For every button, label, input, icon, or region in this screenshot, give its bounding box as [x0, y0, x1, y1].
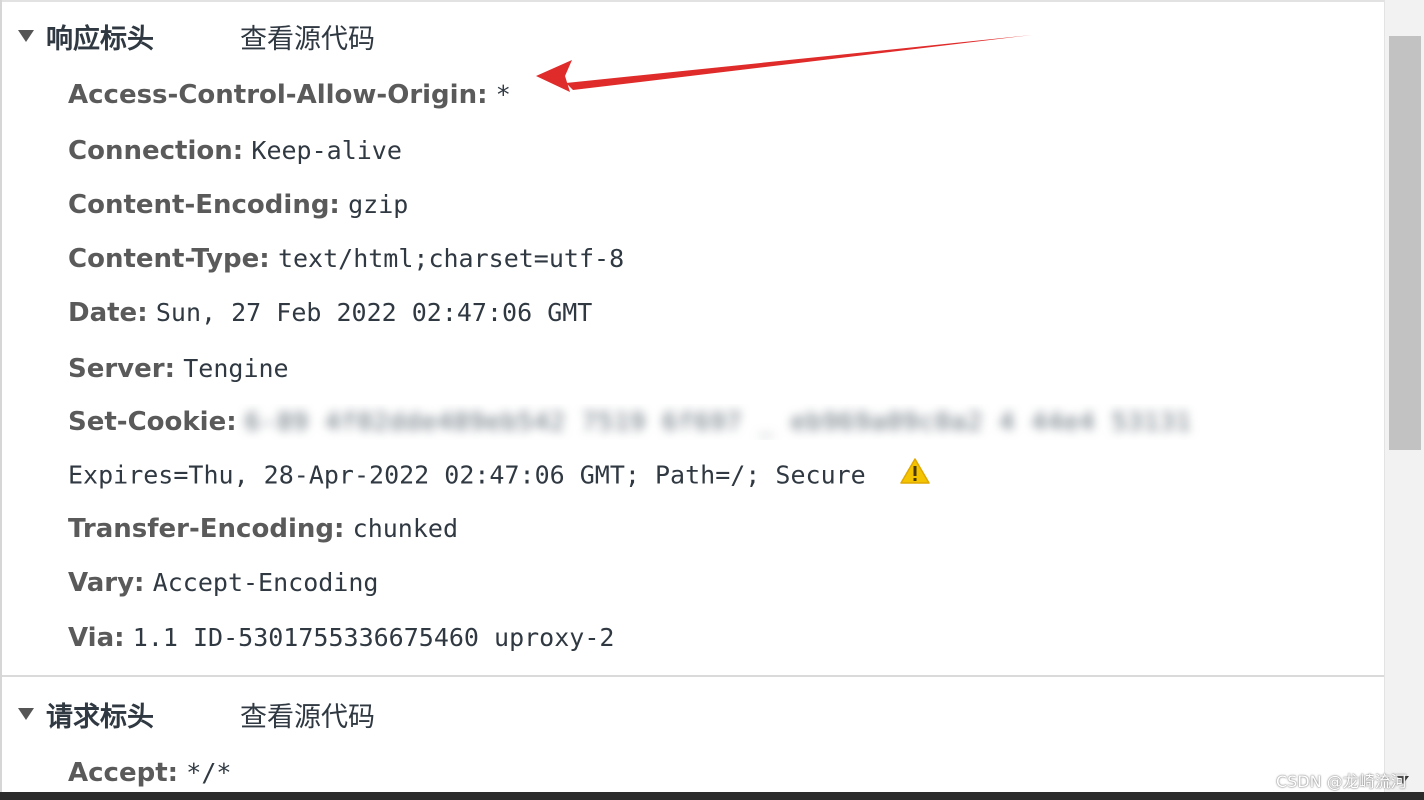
triangle-down-icon[interactable] — [18, 30, 34, 42]
header-value: Sun, 27 Feb 2022 02:47:06 GMT — [155, 298, 593, 327]
watermark: CSDN @龙崎流河 — [1276, 772, 1407, 791]
header-name: Access-Control-Allow-Origin: — [68, 80, 488, 110]
header-row: Content-Type: text/html;charset=utf-8 — [68, 241, 624, 277]
header-name: Date: — [68, 298, 148, 328]
section-divider — [2, 675, 1384, 677]
warning-icon[interactable] — [900, 457, 930, 495]
redacted-cookie-value: 6-89 4f02dde489eb542 7519 6f697 _ eb969a… — [244, 407, 1192, 436]
header-row: Set-Cookie: 6-89 4f02dde489eb542 7519 6f… — [68, 404, 1358, 440]
header-row: Connection: Keep-alive — [68, 133, 402, 169]
triangle-down-icon[interactable] — [18, 708, 34, 720]
header-row: Via: 1.1 ID-5301755336675460 uproxy-2 — [68, 620, 614, 656]
header-value: */* — [186, 758, 232, 787]
header-row: Date: Sun, 27 Feb 2022 02:47:06 GMT — [68, 295, 592, 331]
header-name: Server: — [68, 354, 175, 384]
header-name: Set-Cookie: — [68, 407, 237, 437]
view-source-link[interactable]: 查看源代码 — [240, 695, 375, 734]
section-title: 请求标头 — [46, 701, 154, 733]
header-name: Transfer-Encoding: — [68, 514, 345, 544]
bottom-edge — [0, 792, 1424, 800]
header-row: Content-Encoding: gzip — [68, 187, 408, 223]
header-name: Content-Encoding: — [68, 190, 340, 220]
header-name: Vary: — [68, 568, 145, 598]
top-border — [2, 0, 1384, 2]
header-name: Connection: — [68, 136, 244, 166]
headers-panel: 响应标头 查看源代码 Access-Control-Allow-Origin: … — [0, 0, 1384, 792]
header-row: Transfer-Encoding: chunked — [68, 511, 458, 547]
vertical-scrollbar[interactable] — [1384, 0, 1424, 792]
header-value: Accept-Encoding — [152, 568, 379, 597]
header-row: Access-Control-Allow-Origin: * — [68, 77, 511, 113]
header-value: * — [495, 80, 511, 109]
header-row: Accept: */* — [68, 755, 231, 791]
header-value: Expires=Thu, 28-Apr-2022 02:47:06 GMT; P… — [68, 460, 866, 490]
header-value: Tengine — [183, 354, 289, 383]
header-row: Vary: Accept-Encoding — [68, 565, 378, 601]
header-value: gzip — [348, 190, 409, 219]
header-row-continuation: Expires=Thu, 28-Apr-2022 02:47:06 GMT; P… — [68, 457, 930, 493]
header-value: text/html;charset=utf-8 — [277, 244, 625, 273]
header-value: Keep-alive — [251, 136, 402, 165]
header-name: Accept: — [68, 758, 179, 788]
header-name: Via: — [68, 623, 125, 653]
view-source-link[interactable]: 查看源代码 — [240, 17, 375, 56]
header-name: Content-Type: — [68, 244, 270, 274]
header-value: 1.1 ID-5301755336675460 uproxy-2 — [132, 623, 615, 652]
response-headers-section-header[interactable]: 响应标头 查看源代码 — [2, 14, 1384, 58]
header-value: chunked — [352, 514, 459, 543]
header-row: Server: Tengine — [68, 351, 289, 387]
request-headers-section-header[interactable]: 请求标头 查看源代码 — [2, 692, 1384, 736]
section-title: 响应标头 — [46, 23, 154, 55]
scrollbar-thumb[interactable] — [1389, 36, 1421, 450]
